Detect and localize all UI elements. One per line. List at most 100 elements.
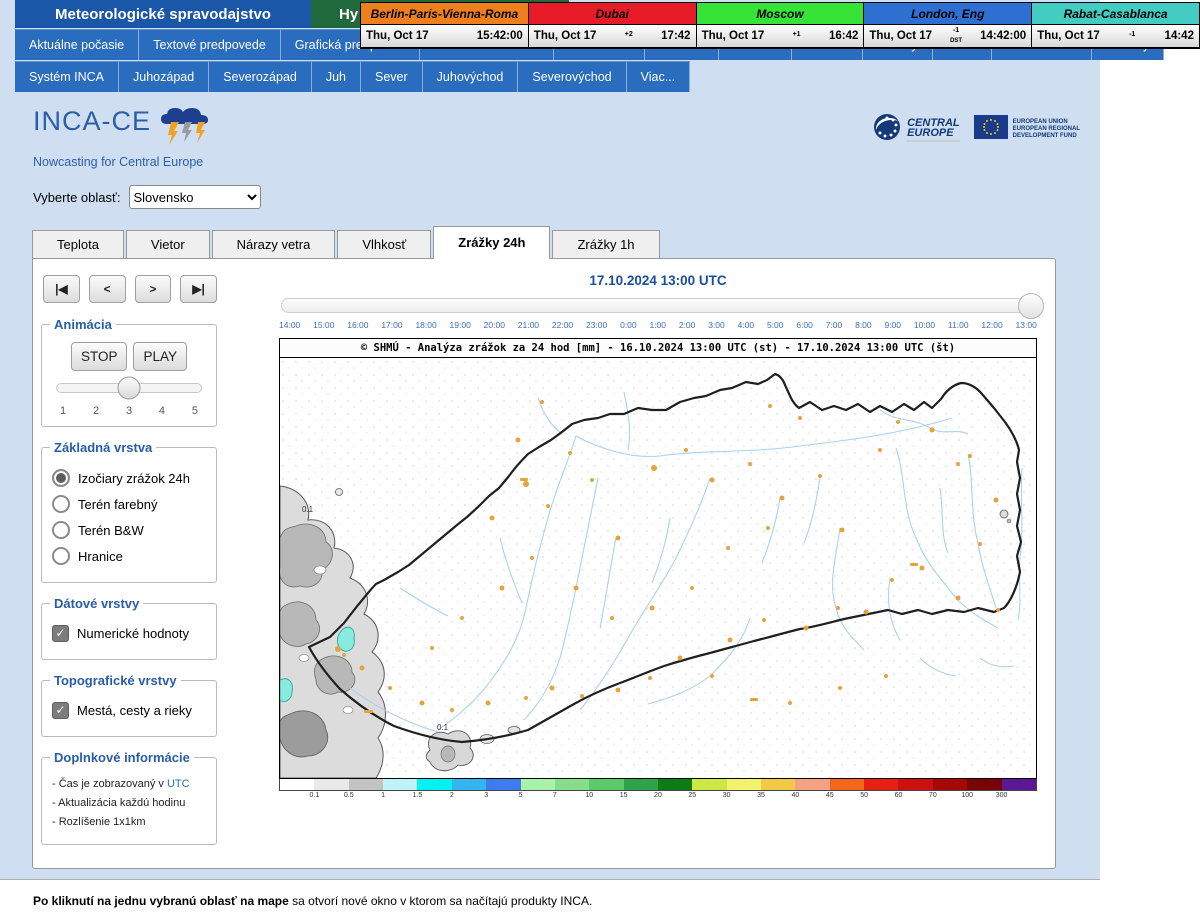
contour-label: 0.1 bbox=[437, 723, 449, 732]
next-frame-button[interactable]: > bbox=[135, 275, 172, 303]
inca-logo-title: INCA-CE bbox=[33, 106, 151, 137]
clock-time: 14:42:00 bbox=[980, 30, 1026, 42]
time-tick: 8:00 bbox=[855, 320, 872, 330]
clock-time: 14:42 bbox=[1165, 30, 1194, 42]
product-tab[interactable]: Vlhkosť bbox=[337, 230, 431, 259]
speed-slider-thumb[interactable] bbox=[118, 377, 141, 400]
colorbar-segment: 45 bbox=[795, 779, 829, 790]
data-layer-option[interactable]: Numerické hodnoty bbox=[52, 625, 206, 642]
eu-text-line2: EUROPEAN REGIONAL bbox=[1013, 126, 1080, 133]
time-slider-thumb[interactable] bbox=[1018, 293, 1044, 319]
colorbar-label: 30 bbox=[723, 791, 731, 801]
checkbox-checked[interactable] bbox=[52, 702, 69, 719]
topo-layer-option[interactable]: Mestá, cesty a rieky bbox=[52, 702, 206, 719]
speed-label: 1 bbox=[60, 405, 66, 417]
colorbar-label: 1.5 bbox=[413, 791, 423, 801]
topo-layers-legend: Topografické vrstvy bbox=[50, 673, 181, 688]
nav-tab[interactable]: Sever bbox=[361, 61, 423, 92]
colorbar-segment: 3 bbox=[452, 779, 486, 790]
central-europe-stars-icon bbox=[872, 112, 902, 147]
colorbar-segment: 40 bbox=[761, 779, 795, 790]
footer-note: Po kliknutí na jednu vybranú oblasť na m… bbox=[0, 880, 1100, 918]
nav-tab[interactable]: Juhovýchod bbox=[423, 61, 519, 92]
colorbar-label: 0.1 bbox=[309, 791, 319, 801]
time-slider[interactable] bbox=[281, 298, 1035, 313]
time-tick: 7:00 bbox=[826, 320, 843, 330]
additional-info-fieldset: Doplnkové informácie - Čas je zobrazovan… bbox=[41, 750, 217, 845]
radio-button[interactable] bbox=[52, 469, 70, 487]
region-select[interactable]: Slovensko bbox=[129, 185, 261, 209]
clock-date: Thu, Oct 17 bbox=[366, 30, 429, 42]
base-layer-option[interactable]: Terén farebný bbox=[52, 495, 206, 513]
partner-logos: CENTRAL EUROPE EUROPEAN UNION EUROPEAN R… bbox=[872, 112, 1080, 147]
central-europe-text-line1: CENTRAL bbox=[907, 118, 960, 128]
checkbox-checked[interactable] bbox=[52, 625, 69, 642]
precipitation-map[interactable]: 0.1 0.1 bbox=[279, 358, 1037, 779]
data-layers-legend: Dátové vrstvy bbox=[50, 596, 143, 611]
current-time-heading: 17.10.2024 13:00 UTC bbox=[279, 273, 1037, 288]
eu-logo: EUROPEAN UNION EUROPEAN REGIONAL DEVELOP… bbox=[974, 115, 1080, 144]
secondary-nav: Systém INCAJuhozápadSeverozápadJuhSeverJ… bbox=[15, 61, 1100, 92]
base-layer-option[interactable]: Terén B&W bbox=[52, 521, 206, 539]
frame-nav-buttons: |◀ < > ▶| bbox=[43, 275, 217, 303]
first-frame-button[interactable]: |◀ bbox=[43, 275, 80, 303]
clock-city-name: Moscow bbox=[697, 3, 864, 25]
speed-slider[interactable] bbox=[56, 383, 202, 393]
prev-frame-button[interactable]: < bbox=[89, 275, 126, 303]
clock-utc-offset: -1 bbox=[1129, 31, 1135, 42]
time-tick: 20:00 bbox=[484, 320, 505, 330]
base-layer-fieldset: Základná vrstva Izočiary zrážok 24h Teré… bbox=[41, 440, 217, 583]
main-panel: |◀ < > ▶| Animácia STOP PLAY 12345 bbox=[32, 258, 1056, 869]
product-tab[interactable]: Nárazy vetra bbox=[212, 230, 336, 259]
control-sidebar: |◀ < > ▶| Animácia STOP PLAY 12345 bbox=[41, 273, 217, 858]
play-button[interactable]: PLAY bbox=[133, 342, 187, 371]
colorbar-label: 3 bbox=[484, 791, 488, 801]
radio-button[interactable] bbox=[52, 495, 70, 513]
nav-tab[interactable]: Systém INCA bbox=[15, 61, 119, 92]
app-title: Meteorologické spravodajstvo bbox=[15, 0, 311, 28]
region-select-label: Vyberte oblasť: bbox=[33, 190, 121, 205]
last-frame-button[interactable]: ▶| bbox=[180, 275, 217, 303]
nav-tab[interactable]: Aktuálne počasie bbox=[15, 29, 139, 60]
time-tick: 3:00 bbox=[708, 320, 725, 330]
base-layer-option[interactable]: Izočiary zrážok 24h bbox=[52, 469, 206, 487]
time-tick: 23:00 bbox=[586, 320, 607, 330]
colorbar-segment: 25 bbox=[658, 779, 692, 790]
storm-cloud-icon bbox=[157, 106, 219, 157]
nav-tab[interactable]: Severovýchod bbox=[518, 61, 626, 92]
clock-utc-offset: +1 bbox=[793, 31, 801, 42]
nav-tab[interactable]: Juh bbox=[312, 61, 361, 92]
animation-legend: Animácia bbox=[50, 317, 116, 332]
contour-label: 0.1 bbox=[302, 505, 314, 514]
time-tick: 10:00 bbox=[914, 320, 935, 330]
colorbar-label: 1 bbox=[381, 791, 385, 801]
nav-tab[interactable]: Severozápad bbox=[209, 61, 312, 92]
colorbar-segment: 5 bbox=[486, 779, 520, 790]
stop-button[interactable]: STOP bbox=[71, 342, 128, 371]
colorbar-segment: 20 bbox=[624, 779, 658, 790]
nav-tab[interactable]: Textové predpovede bbox=[139, 29, 281, 60]
product-tab[interactable]: Vietor bbox=[126, 230, 210, 259]
utc-link[interactable]: UTC bbox=[167, 778, 190, 790]
colorbar-segment: 0.5 bbox=[314, 779, 348, 790]
radio-button[interactable] bbox=[52, 521, 70, 539]
inca-logo: INCA-CE Nowcasting for Central Europe bbox=[33, 106, 219, 169]
data-layers-fieldset: Dátové vrstvy Numerické hodnoty bbox=[41, 596, 217, 660]
animation-fieldset: Animácia STOP PLAY 12345 bbox=[41, 317, 217, 427]
clock-utc-offset: +2 bbox=[625, 31, 633, 42]
colorbar-label: 15 bbox=[620, 791, 628, 801]
base-layer-option[interactable]: Hranice bbox=[52, 547, 206, 565]
colorbar-segment: 50 bbox=[830, 779, 864, 790]
product-tab[interactable]: Zrážky 1h bbox=[552, 230, 659, 259]
nav-tab[interactable]: Juhozápad bbox=[119, 61, 209, 92]
time-tick: 5:00 bbox=[767, 320, 784, 330]
nav-tab[interactable]: Viac... bbox=[627, 61, 691, 92]
footer-note-rest: sa otvorí nové okno v ktorom sa načítajú… bbox=[289, 894, 592, 908]
radio-button[interactable] bbox=[52, 547, 70, 565]
central-europe-text-line2: EUROPE bbox=[907, 128, 960, 138]
central-europe-slogan-rule bbox=[907, 140, 960, 142]
product-tab[interactable]: Zrážky 24h bbox=[433, 226, 550, 259]
clock-city-time-row: Thu, Oct 17 +1 16:42 bbox=[697, 25, 864, 47]
option-label: Terén B&W bbox=[78, 523, 144, 538]
product-tab[interactable]: Teplota bbox=[32, 230, 124, 259]
